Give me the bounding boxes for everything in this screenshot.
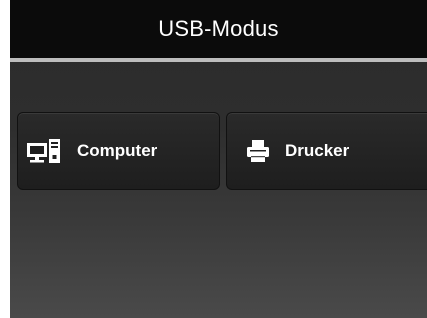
printer-icon [246,138,270,164]
printer-option-label: Drucker [285,141,350,160]
usb-mode-screen: USB-Modus Computer Drucker [10,0,427,318]
printer-option-button[interactable]: Drucker [226,112,427,190]
computer-option-label: Computer [77,141,158,160]
page-title: USB-Modus [158,16,279,41]
computer-icon [26,136,62,166]
title-bar: USB-Modus [10,0,427,58]
title-divider [10,58,427,62]
computer-option-button[interactable]: Computer [17,112,220,190]
